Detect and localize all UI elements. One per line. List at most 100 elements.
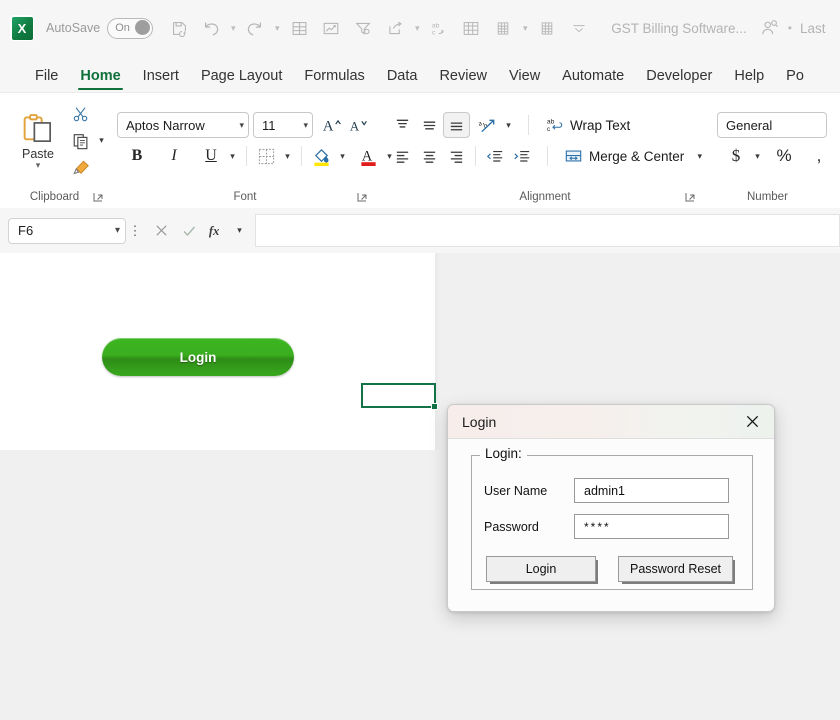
borders-caret-icon[interactable]: ▾ [280,143,295,169]
selected-cell-f6[interactable] [361,383,438,410]
tab-page-layout[interactable]: Page Layout [190,68,293,92]
name-box[interactable]: F6 ▾ [8,217,126,244]
chart-icon[interactable] [318,15,344,41]
align-right-icon[interactable] [443,143,470,169]
clipboard-dialog-launcher-icon[interactable] [93,192,103,205]
fx-icon[interactable]: fx [204,218,230,244]
tab-help[interactable]: Help [723,68,775,92]
font-size-combo[interactable]: 11 ▾ [253,112,313,138]
save-icon[interactable] [166,15,192,41]
align-bottom-icon[interactable] [443,112,470,138]
align-middle-icon[interactable] [416,112,443,138]
decrease-indent-icon[interactable] [481,143,508,169]
merge-center-caret-icon[interactable]: ▾ [692,143,707,169]
chevron-down-icon: ▾ [303,119,308,130]
fill-color-caret-icon[interactable]: ▾ [335,143,350,169]
merge-center-button[interactable]: Merge & Center ▾ [560,143,711,170]
font-dialog-launcher-icon[interactable] [357,192,367,205]
fx-caret-icon[interactable]: ▾ [232,218,247,244]
borders-icon[interactable] [253,143,279,169]
freeze-panes-icon[interactable] [458,15,484,41]
last-saved-text: Last [799,20,826,36]
tab-file[interactable]: File [24,68,69,92]
paste-button[interactable]: Paste ▾ [6,110,70,171]
align-left-icon[interactable] [389,143,416,169]
fill-handle[interactable] [431,403,438,410]
number-format-combo[interactable]: General [717,112,827,138]
worksheet-edge-shadow [435,253,441,450]
copy-icon[interactable] [68,132,94,150]
align-top-icon[interactable] [389,112,416,138]
wrap-text-button[interactable]: ab c Wrap Text [541,112,634,139]
redo-icon[interactable] [242,15,268,41]
cut-icon[interactable] [68,105,94,123]
tab-review[interactable]: Review [428,68,498,92]
login-dialog: Login Login: User Name admin1 Password *… [447,404,775,612]
svg-text:A: A [323,119,334,135]
sheet-icon-2[interactable] [534,15,560,41]
svg-text:A: A [361,148,372,164]
tab-insert[interactable]: Insert [132,68,190,92]
fieldset-legend: Login: [480,446,527,461]
tab-home[interactable]: Home [69,68,131,92]
bold-button[interactable]: B [124,143,150,169]
confirm-check-icon[interactable] [176,218,202,244]
dialog-title-bar[interactable]: Login [448,405,774,439]
percent-format-button[interactable]: % [771,143,797,169]
italic-button[interactable]: I [161,143,187,169]
orientation-icon[interactable]: a b [474,112,501,138]
share-icon[interactable] [382,15,408,41]
clipboard-group-label: Clipboard [29,191,80,203]
dialog-body: Login: User Name admin1 Password **** Lo… [448,439,774,611]
grow-font-icon[interactable]: A [320,112,346,138]
shrink-font-icon[interactable]: A [347,112,373,138]
dialog-password-reset-button[interactable]: Password Reset [618,556,733,582]
dialog-login-button[interactable]: Login [486,556,596,582]
tab-automate[interactable]: Automate [551,68,635,92]
fill-color-icon[interactable] [308,143,334,169]
underline-button[interactable]: U [198,143,224,169]
paste-caret-icon[interactable]: ▾ [36,160,41,171]
format-painter-icon[interactable] [68,158,94,177]
cancel-x-icon[interactable] [148,218,174,244]
currency-format-button[interactable]: $ [723,143,749,169]
autosave-toggle[interactable]: On [107,17,154,39]
sheet-login-button[interactable]: Login [102,338,294,376]
password-input[interactable]: **** [574,514,729,539]
share-caret-icon[interactable]: ▾ [411,15,423,41]
formula-input[interactable] [255,214,840,247]
align-center-icon[interactable] [416,143,443,169]
chevron-down-icon[interactable]: ▾ [115,225,120,236]
currency-caret-icon[interactable]: ▾ [750,143,765,169]
person-search-icon[interactable] [761,19,779,37]
redo-caret-icon[interactable]: ▾ [271,15,283,41]
filter-icon[interactable] [350,15,376,41]
customize-qat-caret-icon[interactable] [566,15,592,41]
excel-logo-icon: X [10,15,34,41]
document-title[interactable]: GST Billing Software... [611,21,747,36]
sheet-icon[interactable] [490,15,516,41]
undo-caret-icon[interactable]: ▾ [227,15,239,41]
font-color-icon[interactable]: A [355,143,381,169]
alignment-dialog-launcher-icon[interactable] [685,192,695,205]
tab-formulas[interactable]: Formulas [293,68,375,92]
sheet-caret-icon[interactable]: ▾ [519,15,531,41]
orientation-caret-icon[interactable]: ▾ [501,112,516,138]
table-icon[interactable] [286,15,312,41]
tab-developer[interactable]: Developer [635,68,723,92]
tab-power-pivot[interactable]: Po [775,68,815,92]
excel-logo-letter: X [17,20,27,36]
tab-view[interactable]: View [498,68,551,92]
copy-caret-icon[interactable]: ▾ [94,128,109,154]
font-family-combo[interactable]: Aptos Narrow ▾ [117,112,249,138]
tab-data[interactable]: Data [376,68,429,92]
autosave-state: On [115,22,130,34]
name-box-menu-icon[interactable]: ⋮ [126,224,144,237]
spelling-icon[interactable]: ab c [426,15,452,41]
comma-format-button[interactable]: , [806,143,832,169]
close-icon[interactable] [736,407,768,437]
increase-indent-icon[interactable] [508,143,535,169]
undo-icon[interactable] [198,15,224,41]
username-input[interactable]: admin1 [574,478,729,503]
underline-caret-icon[interactable]: ▾ [225,143,240,169]
